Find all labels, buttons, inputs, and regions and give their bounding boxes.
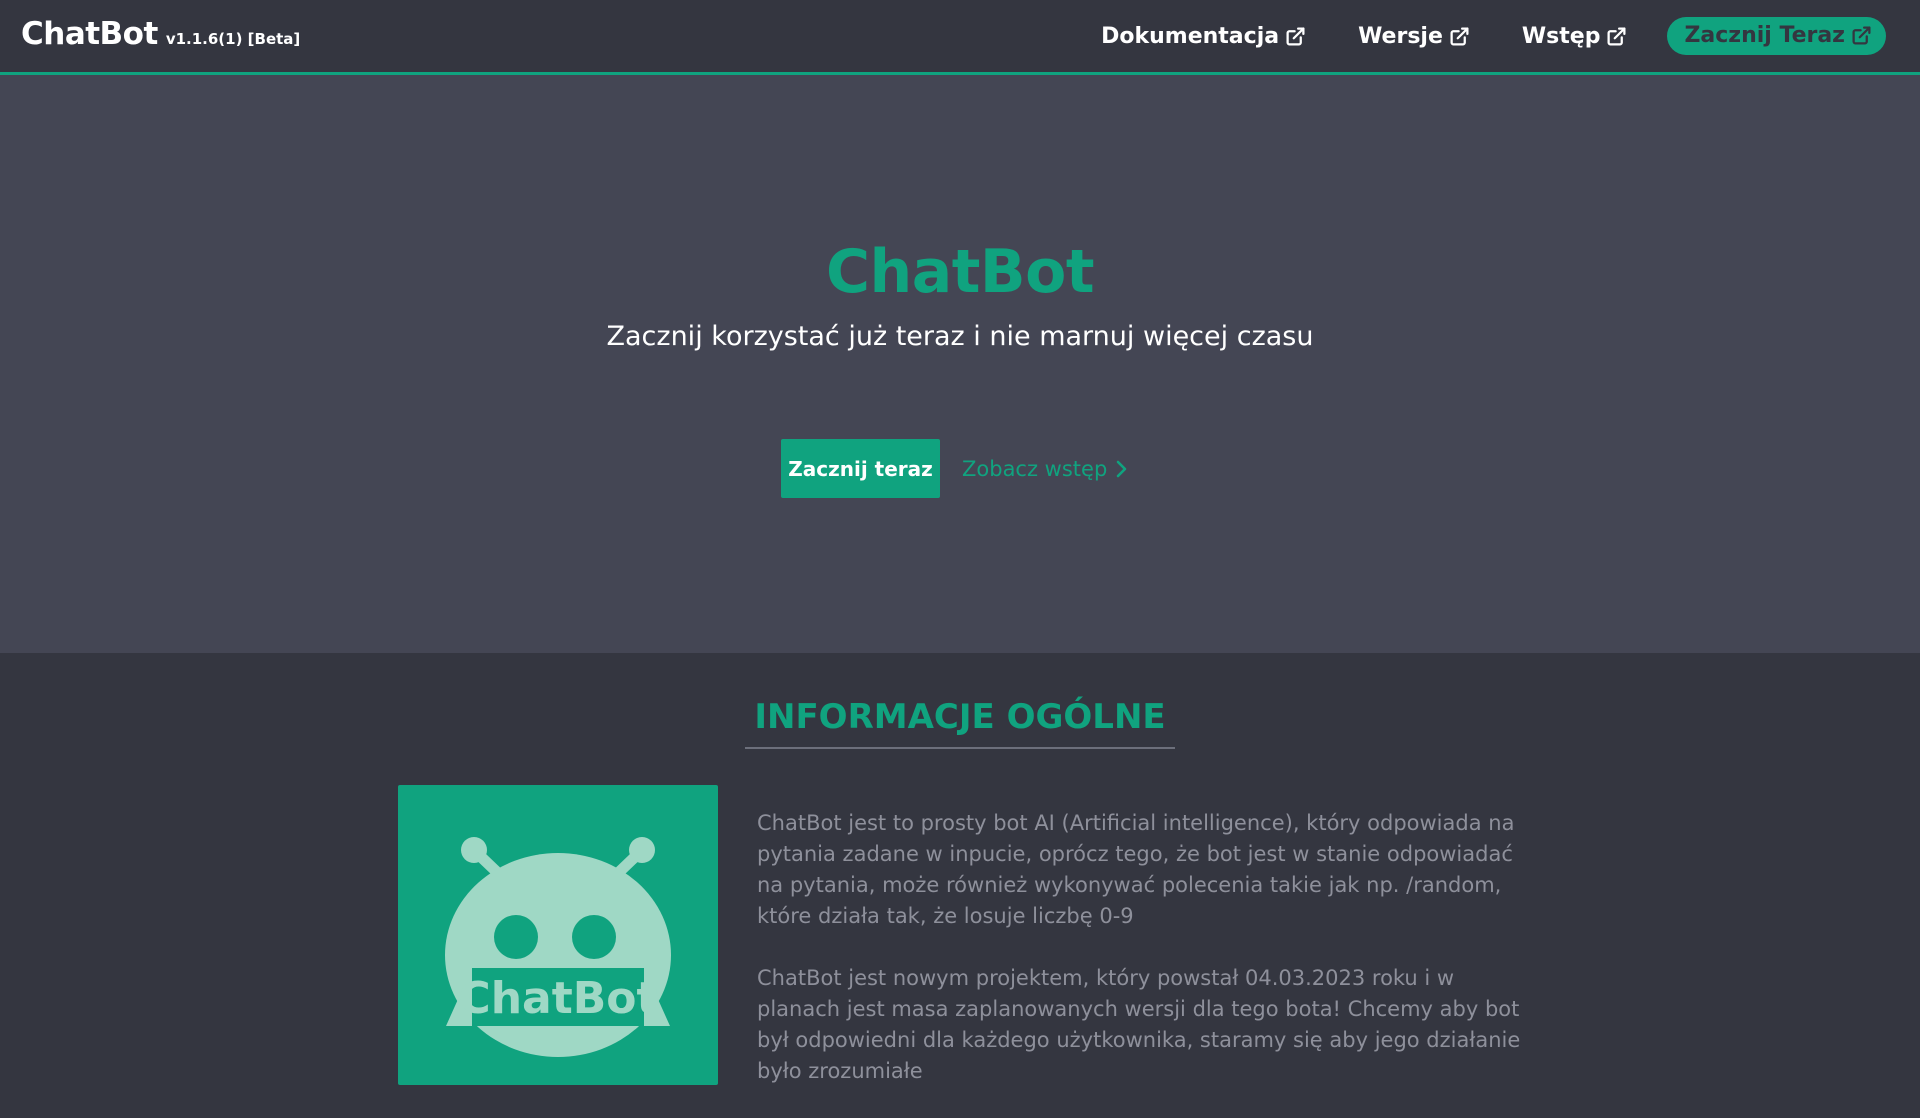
- nav-link-wstep[interactable]: Wstęp: [1522, 24, 1628, 49]
- brand-name: ChatBot: [21, 16, 158, 52]
- hero-actions: Zacznij teraz Zobacz wstęp: [781, 439, 1127, 498]
- section-heading: INFORMACJE OGÓLNE: [745, 697, 1175, 749]
- external-link-icon: [1852, 26, 1871, 45]
- top-navbar: ChatBot v1.1.6(1) [Beta] Dokumentacja We…: [0, 0, 1920, 75]
- section-heading-wrap: INFORMACJE OGÓLNE: [0, 697, 1920, 749]
- nav-start-now-button[interactable]: Zacznij Teraz: [1667, 17, 1886, 55]
- nav-link-label: Dokumentacja: [1101, 23, 1280, 49]
- nav-link-dokumentacja[interactable]: Dokumentacja: [1101, 24, 1306, 49]
- external-link-icon: [1607, 26, 1626, 46]
- nav-link-label: Wstęp: [1521, 23, 1601, 49]
- external-link-icon: [1286, 26, 1305, 46]
- hero-section: ChatBot Zacznij korzystać już teraz i ni…: [0, 75, 1920, 653]
- brand[interactable]: ChatBot v1.1.6(1) [Beta]: [21, 16, 300, 52]
- nav-link-label: Zacznij Teraz: [1684, 23, 1845, 48]
- nav-link-wersje[interactable]: Wersje: [1358, 24, 1470, 49]
- brand-version: v1.1.6(1) [Beta]: [165, 30, 301, 48]
- hero-title: ChatBot: [825, 237, 1095, 307]
- see-intro-label: Zobacz wstęp: [962, 456, 1108, 481]
- info-paragraph: ChatBot jest to prosty bot AI (Artificia…: [757, 811, 1515, 928]
- robot-logo-icon: ChatBot: [445, 837, 671, 1057]
- hero-subtitle: Zacznij korzystać już teraz i nie marnuj…: [606, 321, 1314, 352]
- chevron-right-icon: [1116, 460, 1127, 477]
- chatbot-logo-card: ChatBot: [398, 785, 718, 1085]
- external-link-icon: [1450, 26, 1469, 46]
- info-text: ChatBot jest to prosty bot AI (Artificia…: [757, 808, 1537, 1118]
- start-now-button[interactable]: Zacznij teraz: [781, 439, 940, 498]
- see-intro-link[interactable]: Zobacz wstęp: [962, 457, 1127, 481]
- logo-text: ChatBot: [458, 973, 657, 1024]
- nav-link-label: Wersje: [1358, 23, 1443, 49]
- info-paragraph: ChatBot jest nowym projektem, który pows…: [757, 966, 1521, 1083]
- nav-links: Dokumentacja Wersje Wstęp Zacznij Teraz: [1101, 17, 1886, 55]
